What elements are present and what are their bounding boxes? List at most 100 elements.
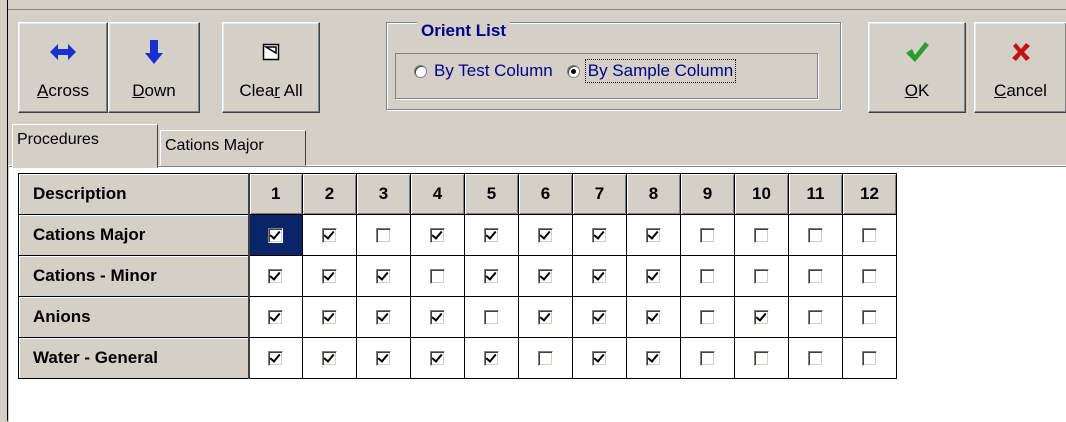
grid-cell[interactable] <box>464 255 519 297</box>
checkbox[interactable] <box>700 310 715 326</box>
checkbox[interactable] <box>808 228 823 244</box>
checkbox[interactable] <box>808 269 823 285</box>
grid-cell[interactable] <box>464 214 519 256</box>
tab-cations-major[interactable]: Cations Major <box>160 130 306 166</box>
checkbox[interactable] <box>700 351 715 367</box>
checkbox[interactable] <box>754 310 769 326</box>
checkbox[interactable] <box>484 310 499 326</box>
checkbox[interactable] <box>646 228 661 244</box>
grid-cell[interactable] <box>248 214 303 256</box>
grid-cell[interactable] <box>518 214 573 256</box>
checkbox[interactable] <box>808 351 823 367</box>
checkbox[interactable] <box>268 269 284 285</box>
checkbox[interactable] <box>376 228 391 244</box>
grid-cell[interactable] <box>734 214 789 256</box>
checkbox[interactable] <box>592 228 607 244</box>
grid-cell[interactable] <box>626 214 681 256</box>
checkbox[interactable] <box>430 351 445 367</box>
grid-cell[interactable] <box>680 296 735 338</box>
grid-cell[interactable] <box>680 337 735 379</box>
grid-cell[interactable] <box>410 337 465 379</box>
grid-cell[interactable] <box>680 214 735 256</box>
checkbox[interactable] <box>646 269 661 285</box>
grid-cell[interactable] <box>356 296 411 338</box>
grid-cell[interactable] <box>842 296 897 338</box>
checkbox[interactable] <box>592 310 607 326</box>
grid-cell[interactable] <box>680 255 735 297</box>
cancel-button[interactable]: Cancel <box>974 22 1066 113</box>
grid-cell[interactable] <box>464 296 519 338</box>
checkbox[interactable] <box>484 269 499 285</box>
checkbox[interactable] <box>592 351 607 367</box>
checkbox[interactable] <box>430 310 445 326</box>
checkbox[interactable] <box>538 351 553 367</box>
checkbox[interactable] <box>538 228 553 244</box>
grid-cell[interactable] <box>356 255 411 297</box>
checkbox[interactable] <box>484 351 499 367</box>
tab-procedures[interactable]: Procedures <box>12 124 158 168</box>
checkbox[interactable] <box>376 351 391 367</box>
checkbox[interactable] <box>592 269 607 285</box>
grid-cell[interactable] <box>356 337 411 379</box>
grid-cell[interactable] <box>410 296 465 338</box>
grid-cell[interactable] <box>302 255 357 297</box>
grid-cell[interactable] <box>626 255 681 297</box>
checkbox[interactable] <box>862 269 877 285</box>
grid-cell[interactable] <box>518 255 573 297</box>
checkbox[interactable] <box>754 269 769 285</box>
checkbox[interactable] <box>376 310 391 326</box>
checkbox[interactable] <box>322 310 337 326</box>
grid-cell[interactable] <box>788 255 843 297</box>
checkbox[interactable] <box>538 269 553 285</box>
ok-button[interactable]: OK <box>868 22 966 113</box>
checkbox[interactable] <box>322 269 337 285</box>
checkbox[interactable] <box>646 351 661 367</box>
by-test-column-label[interactable]: By Test Column <box>434 61 553 81</box>
grid-cell[interactable] <box>518 296 573 338</box>
checkbox[interactable] <box>268 310 284 326</box>
checkbox[interactable] <box>538 310 553 326</box>
grid-cell[interactable] <box>410 255 465 297</box>
checkbox[interactable] <box>862 228 877 244</box>
by-sample-column-label[interactable]: By Sample Column <box>584 59 737 83</box>
grid-cell[interactable] <box>842 255 897 297</box>
grid-cell[interactable] <box>302 296 357 338</box>
grid-cell[interactable] <box>734 255 789 297</box>
by-test-column-radio[interactable] <box>414 64 427 78</box>
grid-cell[interactable] <box>248 337 303 379</box>
grid-cell[interactable] <box>842 214 897 256</box>
grid-cell[interactable] <box>248 296 303 338</box>
clear-all-button[interactable]: Clear All <box>222 22 320 113</box>
grid-cell[interactable] <box>626 296 681 338</box>
checkbox[interactable] <box>862 351 877 367</box>
checkbox[interactable] <box>808 310 823 326</box>
checkbox[interactable] <box>268 351 284 367</box>
across-button[interactable]: Across <box>18 22 108 113</box>
checkbox[interactable] <box>700 269 715 285</box>
checkbox[interactable] <box>430 228 445 244</box>
grid-cell[interactable] <box>572 214 627 256</box>
checkbox[interactable] <box>700 228 715 244</box>
checkbox[interactable] <box>430 269 445 285</box>
checkbox[interactable] <box>376 269 391 285</box>
grid-cell[interactable] <box>788 296 843 338</box>
grid-cell[interactable] <box>788 214 843 256</box>
grid-cell[interactable] <box>356 214 411 256</box>
grid-cell[interactable] <box>302 214 357 256</box>
checkbox[interactable] <box>862 310 877 326</box>
checkbox[interactable] <box>322 351 337 367</box>
grid-cell[interactable] <box>572 296 627 338</box>
grid-cell[interactable] <box>842 337 897 379</box>
checkbox[interactable] <box>484 228 499 244</box>
checkbox[interactable] <box>268 228 284 244</box>
by-sample-column-radio[interactable] <box>566 64 580 78</box>
grid-cell[interactable] <box>248 255 303 297</box>
grid-cell[interactable] <box>410 214 465 256</box>
checkbox[interactable] <box>754 351 769 367</box>
grid-cell[interactable] <box>626 337 681 379</box>
grid-cell[interactable] <box>464 337 519 379</box>
grid-cell[interactable] <box>302 337 357 379</box>
checkbox[interactable] <box>754 228 769 244</box>
grid-cell[interactable] <box>572 255 627 297</box>
grid-cell[interactable] <box>734 296 789 338</box>
